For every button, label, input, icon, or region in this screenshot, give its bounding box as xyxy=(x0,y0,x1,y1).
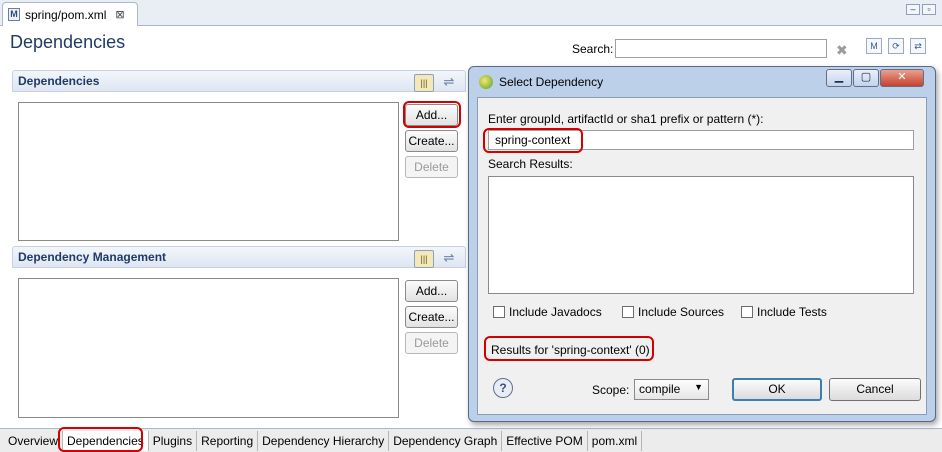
tests-checkbox-box[interactable] xyxy=(741,306,753,318)
page-title: Dependencies xyxy=(10,32,126,52)
scope-select[interactable]: compile ▼ xyxy=(634,379,709,400)
management-create-button[interactable]: Create... xyxy=(405,306,458,328)
ok-button[interactable]: OK xyxy=(732,378,822,401)
clear-search-icon[interactable]: ✖ xyxy=(836,42,848,59)
tab-overview[interactable]: Overview xyxy=(4,430,64,451)
sync-icon[interactable]: ⇄ xyxy=(910,38,926,54)
toggle-columns-icon[interactable]: ||| xyxy=(414,74,434,92)
dependencies-add-button[interactable]: Add... xyxy=(405,104,458,126)
maximize-editor-button[interactable]: ▫ xyxy=(922,4,936,15)
sources-checkbox-box[interactable] xyxy=(622,306,634,318)
dependencies-section-title: Dependencies xyxy=(18,74,100,88)
maven-file-icon: M xyxy=(8,8,20,21)
open-pom-icon[interactable]: M xyxy=(866,38,882,54)
eclipse-logo-icon xyxy=(479,75,493,89)
editor-tab-pom[interactable]: M spring/pom.xml ⊠ xyxy=(2,2,138,26)
editor-page-tabs: Overview Dependencies Plugins Reporting … xyxy=(0,428,942,452)
tab-dependencies[interactable]: Dependencies xyxy=(63,430,149,451)
dependencies-delete-button[interactable]: Delete xyxy=(405,156,458,178)
management-sort-icon[interactable]: ⇌ xyxy=(440,250,458,268)
refresh-icon[interactable]: ⟳ xyxy=(888,38,904,54)
dialog-close-button[interactable]: ✕ xyxy=(880,69,924,87)
tab-pom-xml[interactable]: pom.xml xyxy=(588,430,643,451)
search-results-label: Search Results: xyxy=(488,157,573,171)
editor-tab-strip xyxy=(0,0,942,26)
results-status: Results for 'spring-context' (0) xyxy=(491,343,650,357)
tests-checkbox-label: Include Tests xyxy=(757,305,827,319)
search-results-list[interactable] xyxy=(488,176,914,294)
scope-select-value: compile xyxy=(639,382,681,396)
management-section-header: Dependency Management xyxy=(12,246,466,268)
dialog-title: Select Dependency xyxy=(499,75,604,89)
javadocs-checkbox-box[interactable] xyxy=(493,306,505,318)
dependencies-list[interactable] xyxy=(18,102,399,241)
dialog-minimize-button[interactable]: ▁ xyxy=(826,69,852,87)
minimize-editor-button[interactable]: – xyxy=(906,4,920,15)
management-toggle-columns-icon[interactable]: ||| xyxy=(414,250,434,268)
sources-checkbox-label: Include Sources xyxy=(638,305,725,319)
tab-dependency-graph[interactable]: Dependency Graph xyxy=(389,430,503,451)
sort-icon[interactable]: ⇌ xyxy=(440,74,458,92)
management-section-title: Dependency Management xyxy=(18,250,167,264)
include-javadocs-checkbox[interactable]: Include Javadocs xyxy=(493,305,602,319)
scope-label: Scope: xyxy=(592,383,630,397)
javadocs-checkbox-label: Include Javadocs xyxy=(509,305,602,319)
chevron-down-icon: ▼ xyxy=(694,382,703,392)
dialog-maximize-button[interactable]: ▢ xyxy=(853,69,879,87)
dependency-query-input[interactable] xyxy=(488,130,914,150)
management-list[interactable] xyxy=(18,278,399,418)
help-icon[interactable]: ? xyxy=(493,378,513,398)
include-sources-checkbox[interactable]: Include Sources xyxy=(622,305,724,319)
management-delete-button[interactable]: Delete xyxy=(405,332,458,354)
dialog-prompt: Enter groupId, artifactId or sha1 prefix… xyxy=(488,112,764,126)
dependencies-section-header: Dependencies xyxy=(12,70,466,92)
tab-effective-pom[interactable]: Effective POM xyxy=(502,430,588,451)
include-tests-checkbox[interactable]: Include Tests xyxy=(741,305,827,319)
close-tab-icon[interactable]: ⊠ xyxy=(115,8,124,21)
dependencies-create-button[interactable]: Create... xyxy=(405,130,458,152)
tab-reporting[interactable]: Reporting xyxy=(197,430,259,451)
search-label: Search: xyxy=(572,42,614,56)
tab-dependency-hierarchy[interactable]: Dependency Hierarchy xyxy=(258,430,390,451)
tab-plugins[interactable]: Plugins xyxy=(149,430,198,451)
cancel-button[interactable]: Cancel xyxy=(829,378,921,401)
search-input[interactable] xyxy=(615,39,827,58)
management-add-button[interactable]: Add... xyxy=(405,280,458,302)
editor-tab-label: spring/pom.xml xyxy=(25,7,107,22)
